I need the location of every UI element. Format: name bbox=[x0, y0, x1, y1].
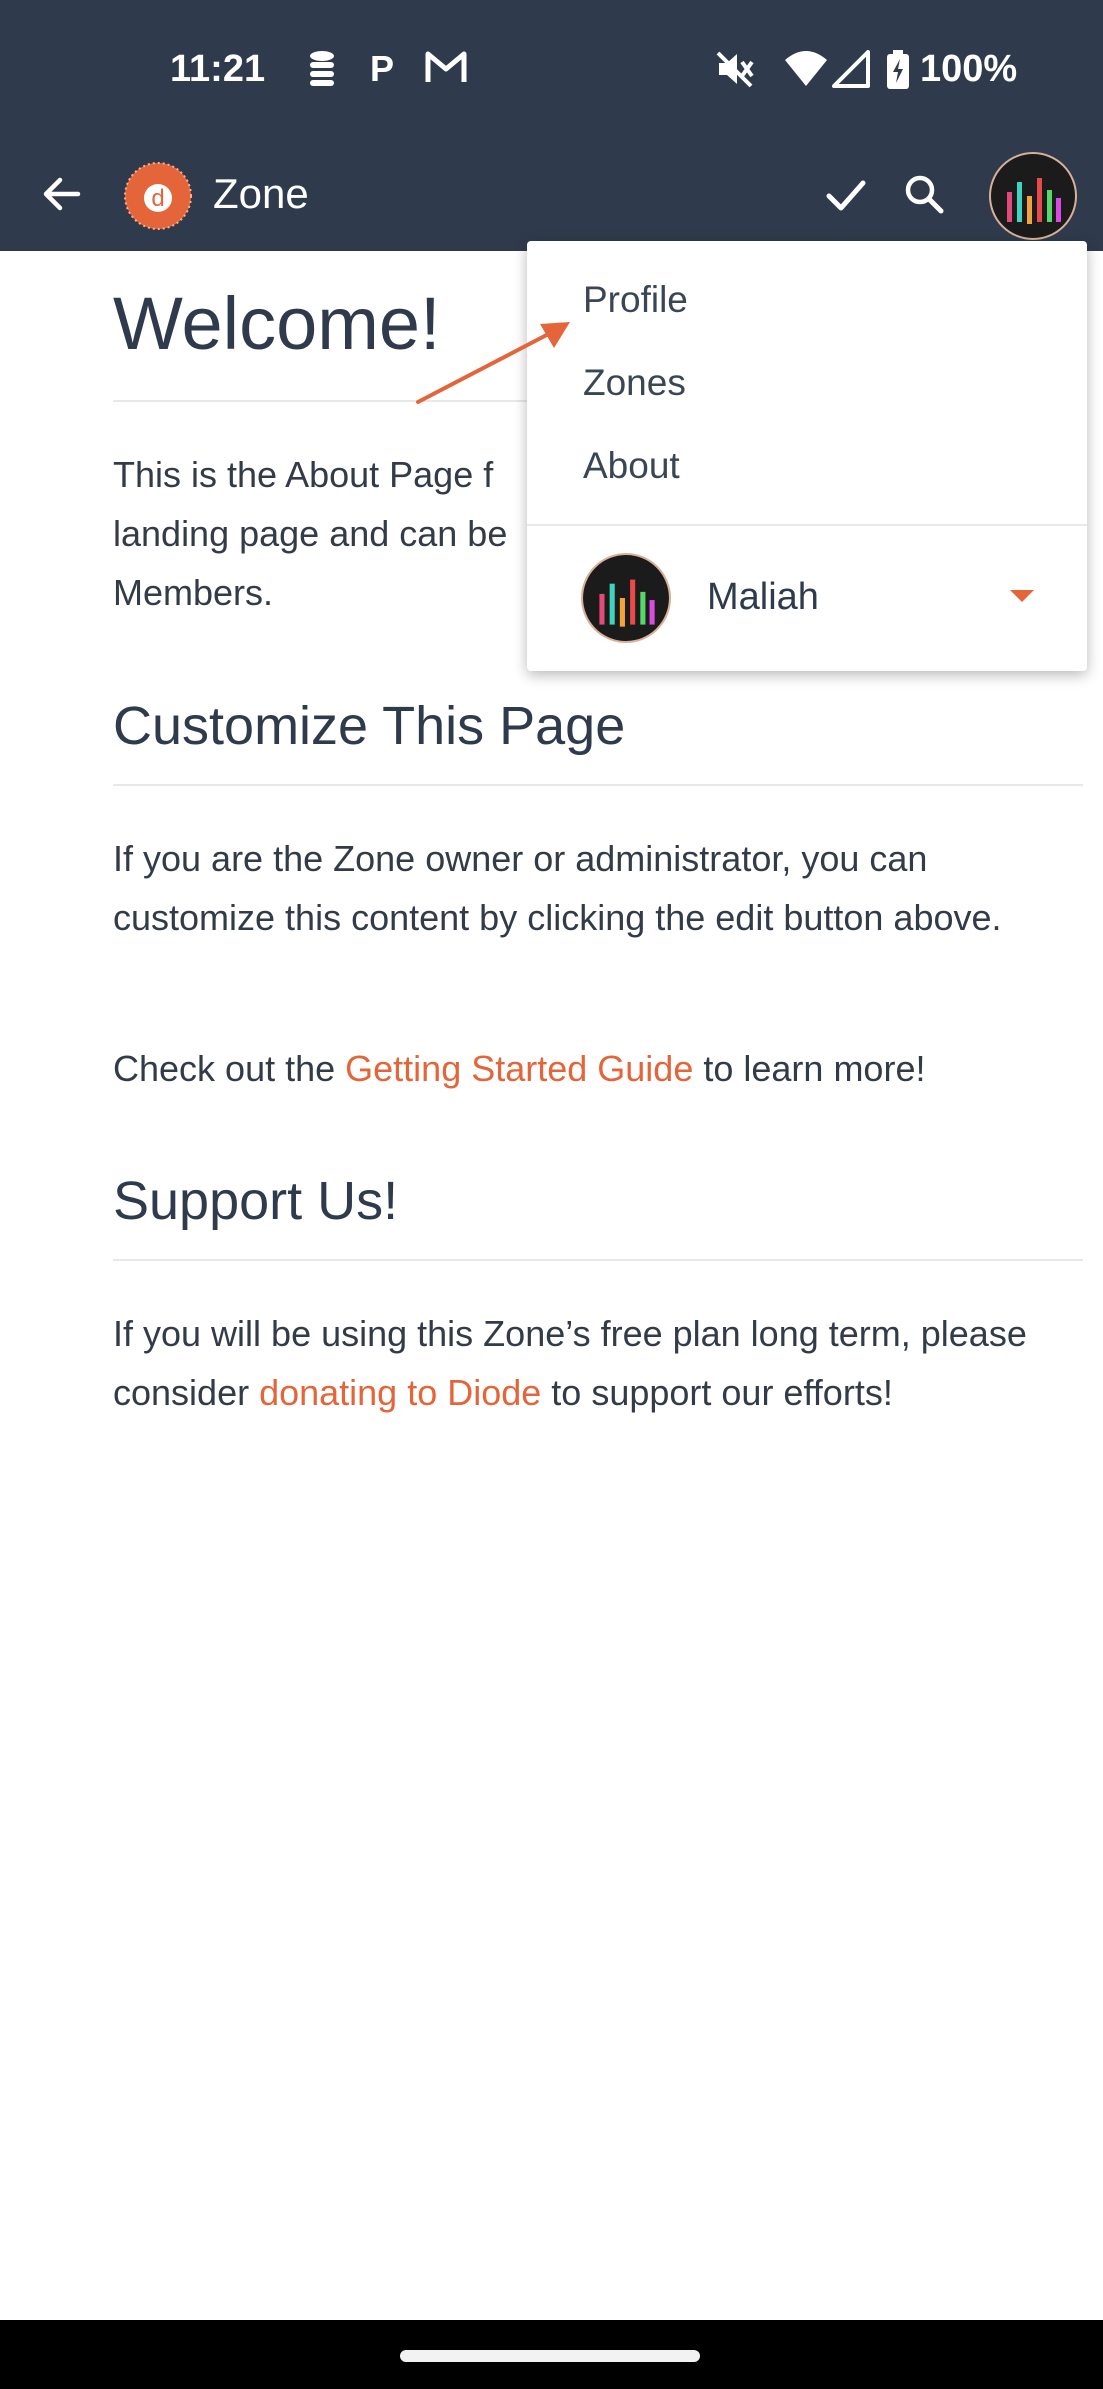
back-arrow-icon[interactable] bbox=[40, 173, 82, 220]
account-switcher[interactable]: Maliah bbox=[527, 526, 1087, 671]
user-dropdown-menu: Profile Zones About Maliah bbox=[527, 241, 1087, 671]
database-icon bbox=[308, 50, 336, 91]
parking-icon: P bbox=[370, 48, 395, 89]
guide-suffix: to learn more! bbox=[693, 1048, 926, 1089]
support-paragraph: If you will be using this Zone’s free pl… bbox=[113, 1304, 1073, 1422]
support-suffix: to support our efforts! bbox=[541, 1372, 893, 1413]
check-icon[interactable] bbox=[825, 175, 867, 220]
battery-icon bbox=[885, 50, 911, 95]
status-bar: 11:21 P 100% bbox=[0, 0, 1103, 140]
wifi-icon bbox=[783, 50, 829, 93]
page-title: Welcome! bbox=[113, 282, 441, 365]
svg-text:d: d bbox=[151, 185, 164, 212]
app-bar: d Zone bbox=[0, 140, 1103, 251]
avatar[interactable] bbox=[989, 152, 1077, 245]
getting-started-guide-link[interactable]: Getting Started Guide bbox=[345, 1048, 693, 1089]
user-name: Maliah bbox=[707, 576, 819, 618]
customize-paragraph: If you are the Zone owner or administrat… bbox=[113, 838, 1002, 938]
menu-item-zones[interactable]: Zones bbox=[583, 362, 686, 404]
chevron-down-icon[interactable] bbox=[1009, 588, 1035, 609]
user-avatar bbox=[581, 553, 671, 648]
guide-prefix: Check out the bbox=[113, 1048, 346, 1089]
donate-link[interactable]: donating to Diode bbox=[259, 1372, 541, 1413]
menu-item-about[interactable]: About bbox=[583, 445, 680, 487]
menu-item-profile[interactable]: Profile bbox=[583, 279, 688, 321]
app-title: Zone bbox=[213, 170, 309, 217]
support-heading: Support Us! bbox=[113, 1171, 399, 1231]
status-time: 11:21 bbox=[170, 48, 266, 90]
gmail-icon bbox=[425, 50, 467, 89]
signal-icon bbox=[832, 50, 870, 93]
home-gesture-handle[interactable] bbox=[400, 2350, 700, 2362]
mute-icon bbox=[715, 50, 755, 93]
annotation-arrow-icon bbox=[416, 322, 570, 404]
diode-logo-icon: d bbox=[122, 160, 194, 237]
system-nav-bar bbox=[0, 2320, 1103, 2389]
customize-heading: Customize This Page bbox=[113, 696, 626, 756]
support-divider bbox=[113, 1259, 1083, 1261]
battery-percent: 100% bbox=[920, 48, 1018, 90]
search-icon[interactable] bbox=[903, 173, 945, 220]
customize-divider bbox=[113, 784, 1083, 786]
guide-paragraph: Check out the Getting Started Guide to l… bbox=[113, 1039, 1073, 1098]
